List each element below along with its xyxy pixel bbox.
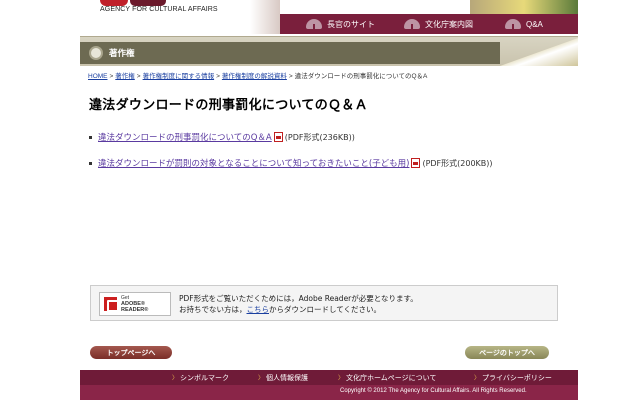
adobe-brand-text: ADOBE® READER® bbox=[121, 301, 149, 313]
footer-nav: シンボルマーク 個人情報保護 文化庁ホームページについて プライバシーポリシー bbox=[80, 370, 578, 385]
adobe-reader-notice: Get ADOBE® READER® PDF形式をご覧いただくためには，Adob… bbox=[90, 285, 558, 321]
nav-qa[interactable]: Q&A bbox=[505, 14, 543, 34]
list-item: 違法ダウンロードの刑事罰化についてのQ＆A (PDF形式(236KB)) bbox=[89, 130, 493, 144]
nav-label: 文化庁案内図 bbox=[425, 19, 473, 29]
pdf-icon bbox=[411, 158, 421, 168]
document-link-kids[interactable]: 違法ダウンロードが罰則の対象となることについて知っておきたいこと(子ども用) bbox=[98, 157, 409, 169]
footer-link-privacy-policy[interactable]: プライバシーポリシー bbox=[474, 373, 552, 383]
adobe-button-label: Get ADOBE® READER® bbox=[121, 295, 170, 313]
nav-label: Q&A bbox=[526, 19, 543, 29]
get-adobe-reader-button[interactable]: Get ADOBE® READER® bbox=[99, 292, 171, 316]
back-to-top-page-button[interactable]: トップページへ bbox=[90, 346, 172, 359]
adobe-logo-icon bbox=[104, 297, 119, 312]
footer-copyright-bar: Copyright © 2012 The Agency for Cultural… bbox=[80, 385, 578, 400]
adobe-line-2-prefix: お持ちでない方は， bbox=[179, 305, 247, 314]
fan-icon bbox=[404, 18, 420, 30]
file-meta: (PDF形式(200KB)) bbox=[422, 158, 493, 168]
adobe-line-1: PDF形式をご覧いただくためには，Adobe Readerが必要となります。 bbox=[179, 294, 418, 303]
adobe-download-link[interactable]: こちら bbox=[247, 305, 270, 314]
file-meta: (PDF形式(236KB)) bbox=[284, 132, 355, 142]
bullet-icon bbox=[89, 135, 92, 139]
fan-icon bbox=[505, 18, 521, 30]
disc-icon bbox=[89, 46, 103, 60]
adobe-line-2-suffix: からダウンロードしてください。 bbox=[269, 305, 382, 314]
page-title: 違法ダウンロードの刑事罰化についてのＱ＆Ａ bbox=[89, 98, 368, 113]
fan-icon bbox=[306, 18, 322, 30]
breadcrumb-current: 違法ダウンロードの刑事罰化についてのQ＆A bbox=[294, 73, 428, 80]
footer-link-symbol-mark[interactable]: シンボルマーク bbox=[172, 373, 229, 383]
breadcrumb-copyright-info[interactable]: 著作権制度に関する情報 bbox=[143, 73, 215, 80]
nav-commissioner-site[interactable]: 長官のサイト bbox=[306, 14, 375, 34]
bullet-icon bbox=[89, 161, 92, 165]
header-fade bbox=[250, 0, 280, 34]
footer-link-about-site[interactable]: 文化庁ホームページについて bbox=[338, 373, 436, 383]
document-list: 違法ダウンロードの刑事罰化についてのQ＆A (PDF形式(236KB)) 違法ダ… bbox=[89, 130, 493, 182]
copyright-text: Copyright © 2012 The Agency for Cultural… bbox=[340, 388, 527, 394]
document-link-qa[interactable]: 違法ダウンロードの刑事罰化についてのQ＆A bbox=[98, 131, 272, 143]
nav-label: 長官のサイト bbox=[327, 19, 375, 29]
list-item: 違法ダウンロードが罰則の対象となることについて知っておきたいこと(子ども用) (… bbox=[89, 156, 493, 170]
section-title: 著作権 bbox=[109, 48, 135, 58]
breadcrumb-copyright[interactable]: 著作権 bbox=[115, 73, 135, 80]
page-top-button[interactable]: ページのトップへ bbox=[465, 346, 549, 359]
adobe-notice-text: PDF形式をご覧いただくためには，Adobe Readerが必要となります。 お… bbox=[179, 293, 418, 315]
nav-agency-map[interactable]: 文化庁案内図 bbox=[404, 14, 473, 34]
breadcrumb: HOME > 著作権 > 著作権制度に関する情報 > 著作権制度の解説資料 > 違法ダウンロード… bbox=[88, 73, 428, 80]
section-header: 著作権 bbox=[80, 42, 500, 64]
breadcrumb-home[interactable]: HOME bbox=[88, 73, 108, 80]
breadcrumb-explanatory-materials[interactable]: 著作権制度の解説資料 bbox=[222, 73, 287, 80]
pdf-icon bbox=[273, 132, 283, 142]
footer-link-privacy-protection[interactable]: 個人情報保護 bbox=[258, 373, 308, 383]
logo-text[interactable]: AGENCY FOR CULTURAL AFFAIRS bbox=[100, 6, 218, 13]
header-photo bbox=[470, 0, 578, 14]
